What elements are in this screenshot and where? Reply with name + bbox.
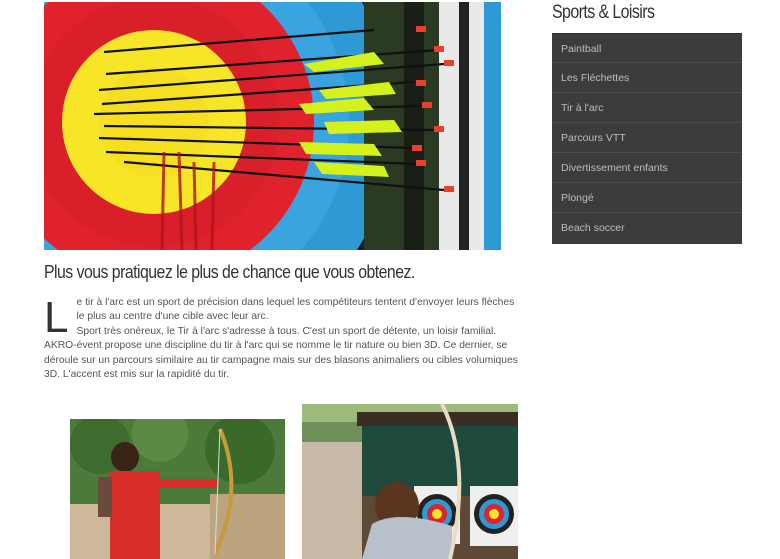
article-paragraph: Sport très onéreux, le Tir à l'arc s'adr… [44,325,518,381]
sidebar-item-paintball[interactable]: Paintball [552,33,742,63]
sidebar-title: Sports & Loisirs [552,2,655,23]
sidebar-item-parcours-vtt[interactable]: Parcours VTT [552,123,742,153]
sidebar-item-beach-soccer[interactable]: Beach soccer [552,213,742,244]
article-body: L e tir à l'arc est un sport de précisio… [44,296,519,382]
article-intro: e tir à l'arc est un sport de précision … [76,297,515,323]
photo-girl-archer-targets [302,404,518,559]
sidebar-item-flechettes[interactable]: Les Fléchettes [552,63,742,93]
hero-image-archery-target [44,2,501,250]
sidebar-item-tir-a-l-arc[interactable]: Tir à l'arc [552,93,742,123]
article-headline: Plus vous pratiquez le plus de chance qu… [44,262,415,282]
sidebar-item-plonge[interactable]: Plongé [552,183,742,213]
drop-cap: L [44,293,69,342]
sidebar-item-divertissement-enfants[interactable]: Divertissement enfants [552,153,742,183]
photo-child-archer [70,419,285,559]
sidebar-menu: Paintball Les Fléchettes Tir à l'arc Par… [552,33,742,244]
